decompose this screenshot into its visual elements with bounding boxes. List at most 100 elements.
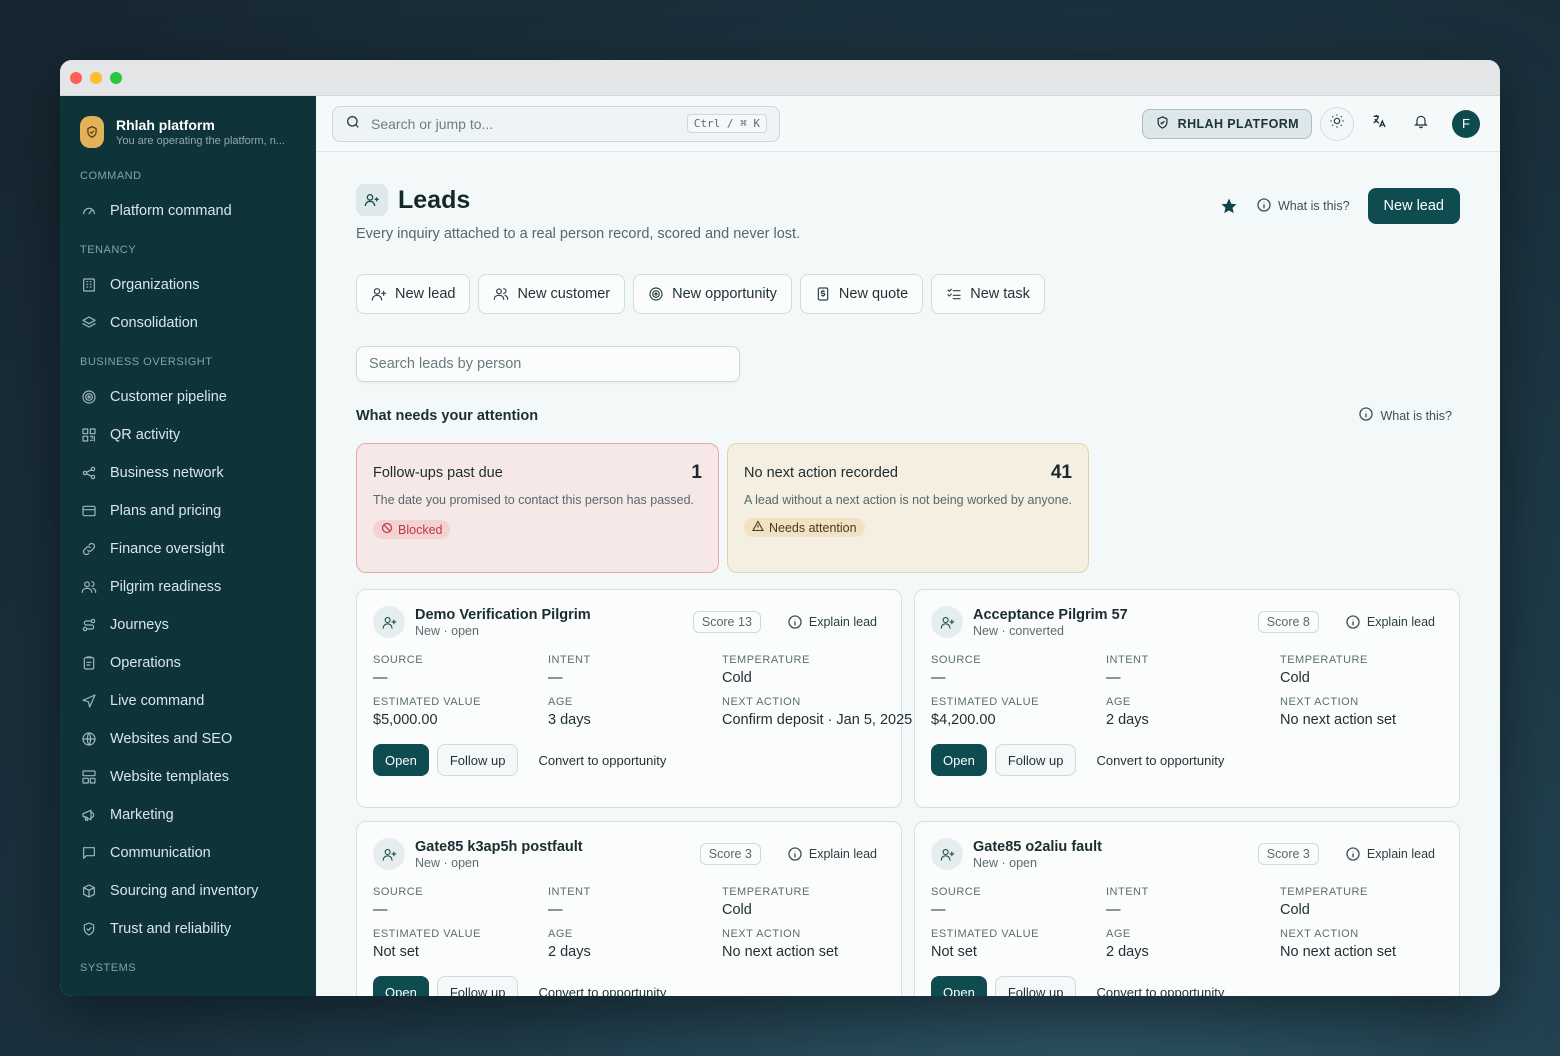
lead-name[interactable]: Gate85 k3ap5h postfault [415,839,583,855]
follow-up-button[interactable]: Follow up [436,744,519,776]
nav-section-title: COMMAND [80,170,142,182]
alert-no-next-action[interactable]: No next action recorded 41 A lead withou… [727,443,1089,573]
alert-description: A lead without a next action is not bein… [744,493,1072,507]
sidebar-item-marketing[interactable]: Marketing [80,796,296,834]
message-icon [80,844,98,862]
sidebar-item-trust-and-reliability[interactable]: Trust and reliability [80,910,296,948]
lead-card[interactable]: Gate85 k3ap5h postfault New · open Score 3… [356,821,902,996]
info-icon [1345,846,1361,862]
field-value: 2 days [548,944,591,960]
sidebar-item-label: Live command [110,693,205,709]
globe-icon [80,730,98,748]
lead-status: New · open [973,855,1037,870]
sidebar-item-operations[interactable]: Operations [80,644,296,682]
explain-lead-button[interactable]: Explain lead [787,846,877,862]
open-lead-button[interactable]: Open [373,744,429,776]
open-lead-button[interactable]: Open [931,744,987,776]
quick-action-label: New customer [517,286,611,302]
field-label: AGE [548,696,573,708]
field-label: ESTIMATED VALUE [931,696,1039,708]
field-value: $5,000.00 [373,712,438,728]
platform-context-button[interactable]: RHLAH PLATFORM [1141,108,1312,139]
lead-name[interactable]: Gate85 o2aliu fault [973,839,1102,855]
explain-lead-button[interactable]: Explain lead [1345,614,1435,630]
field-label: TEMPERATURE [722,886,810,898]
field-label: INTENT [548,886,591,898]
lead-name[interactable]: Acceptance Pilgrim 57 [973,607,1128,623]
sidebar-item-label: Operations [110,655,181,671]
what-is-this-link[interactable]: What is this? [1256,197,1350,216]
minimize-window-button[interactable] [90,71,102,84]
global-search[interactable]: Search or jump to... Ctrl / ⌘ K [332,105,780,142]
sidebar-item-sourcing-and-inventory[interactable]: Sourcing and inventory [80,872,296,910]
field-value: 3 days [548,712,591,728]
field-value: 2 days [1106,712,1149,728]
alert-followups-past-due[interactable]: Follow-ups past due 1 The date you promi… [356,443,719,573]
lead-field-intent: INTENT — [1106,886,1280,918]
attention-what-is-this-link[interactable]: What is this? [1358,406,1452,425]
favorite-star-icon[interactable] [1220,197,1238,215]
lead-field-estimated-value: ESTIMATED VALUE Not set [931,928,1106,960]
sidebar-item-finance-oversight[interactable]: Finance oversight [80,530,296,568]
clipboard-icon [80,654,98,672]
sidebar-item-qr-activity[interactable]: QR activity [80,416,296,454]
building-icon [80,276,98,294]
convert-to-opportunity-button[interactable]: Convert to opportunity [1096,753,1224,768]
open-lead-button[interactable]: Open [373,976,429,996]
maximize-window-button[interactable] [110,71,122,84]
sidebar-item-consolidation[interactable]: Consolidation [80,304,296,342]
navigation-icon [80,692,98,710]
language-button[interactable] [1362,107,1396,141]
convert-to-opportunity-button[interactable]: Convert to opportunity [538,753,666,768]
quick-action-new-task-button[interactable]: New task [931,274,1045,314]
sidebar-item-live-command[interactable]: Live command [80,682,296,720]
quick-action-new-opportunity-button[interactable]: New opportunity [633,274,792,314]
quick-action-new-quote-button[interactable]: New quote [799,274,924,314]
field-value: Confirm deposit · Jan 5, 2025 [722,712,913,728]
info-icon [1358,406,1374,425]
sidebar-item-plans-and-pricing[interactable]: Plans and pricing [80,492,296,530]
field-value: Cold [722,902,752,918]
sidebar-item-label: Consolidation [110,315,198,331]
sun-icon [1329,113,1345,134]
sidebar-item-website-templates[interactable]: Website templates [80,758,296,796]
lead-name[interactable]: Demo Verification Pilgrim [415,607,591,623]
follow-up-button[interactable]: Follow up [994,976,1077,996]
open-lead-button[interactable]: Open [931,976,987,996]
explain-lead-button[interactable]: Explain lead [787,614,877,630]
sidebar-item-business-network[interactable]: Business network [80,454,296,492]
convert-to-opportunity-button[interactable]: Convert to opportunity [1096,985,1224,997]
explain-lead-button[interactable]: Explain lead [1345,846,1435,862]
quick-action-new-customer-button[interactable]: New customer [478,274,626,314]
lead-card[interactable]: Acceptance Pilgrim 57 New · converted Scor… [914,589,1460,808]
follow-up-button[interactable]: Follow up [436,976,519,996]
sidebar-item-label: Sourcing and inventory [110,883,259,899]
alert-description: The date you promised to contact this pe… [373,493,695,507]
quick-action-new-lead-button[interactable]: New lead [356,274,471,314]
lead-field-next-action: NEXT ACTION Confirm deposit · Jan 5, 2025 [722,696,912,728]
sidebar-item-communication[interactable]: Communication [80,834,296,872]
sidebar-item-pilgrim-readiness[interactable]: Pilgrim readiness [80,568,296,606]
close-window-button[interactable] [70,71,82,84]
follow-up-button[interactable]: Follow up [994,744,1077,776]
convert-to-opportunity-button[interactable]: Convert to opportunity [538,985,666,997]
new-lead-button[interactable]: New lead [1367,188,1460,224]
lead-card[interactable]: Demo Verification Pilgrim New · open Score… [356,589,912,808]
avatar[interactable]: F [1452,109,1480,138]
theme-toggle-button[interactable] [1320,106,1354,141]
brand[interactable]: Rhlah platform You are operating the pla… [80,116,296,148]
nav-group: COMMAND Platform command [80,170,296,230]
field-value: — [548,902,563,918]
lead-search-input[interactable]: Search leads by person [356,346,740,382]
sidebar-item-journeys[interactable]: Journeys [80,606,296,644]
sidebar-item-organizations[interactable]: Organizations [80,266,296,304]
sidebar-item-label: Pilgrim readiness [110,579,222,595]
lead-field-next-action: NEXT ACTION No next action set [1280,696,1443,728]
sidebar-item-websites-and-seo[interactable]: Websites and SEO [80,720,296,758]
field-label: ESTIMATED VALUE [373,696,481,708]
lead-card[interactable]: Gate85 o2aliu fault New · open Score 3 Expl… [914,821,1460,996]
page-subtitle: Every inquiry attached to a real person … [356,226,801,242]
sidebar-item-customer-pipeline[interactable]: Customer pipeline [80,378,296,416]
notifications-button[interactable] [1404,107,1438,141]
sidebar-item-platform-command[interactable]: Platform command [80,192,296,230]
